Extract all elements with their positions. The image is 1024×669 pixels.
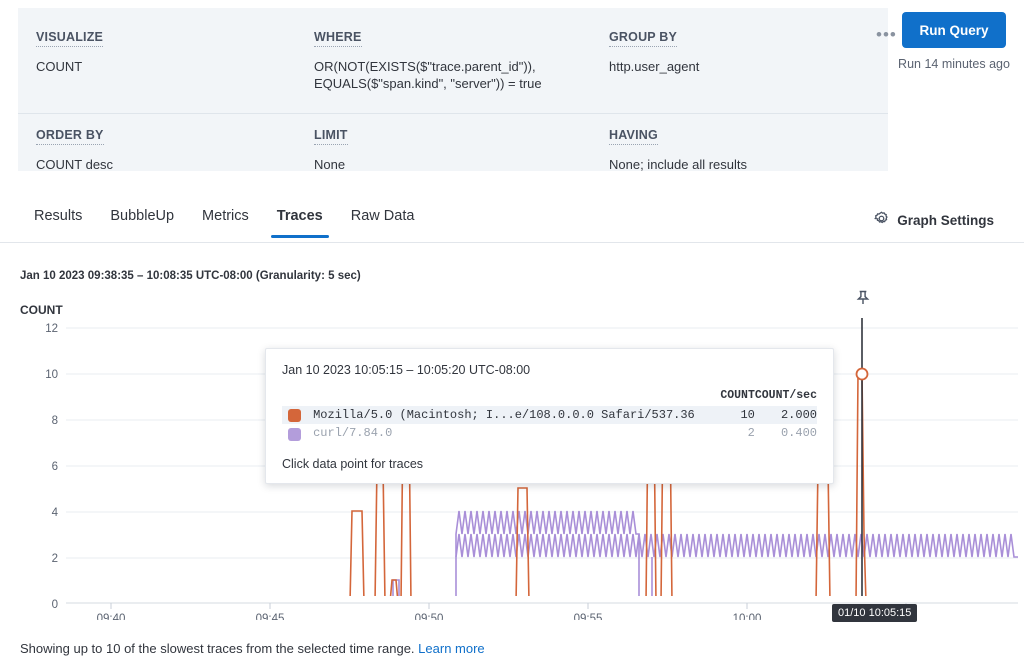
query-value-limit: None xyxy=(314,156,589,173)
svg-text:2: 2 xyxy=(52,553,58,565)
query-label-order-by: ORDER BY xyxy=(36,128,104,145)
tooltip-time-range: Jan 10 2023 10:05:15 – 10:05:20 UTC-08:0… xyxy=(282,363,817,377)
more-options-button[interactable]: ••• xyxy=(876,30,897,40)
chart-footer: Showing up to 10 of the slowest traces f… xyxy=(20,641,485,656)
query-value-order-by: COUNT desc xyxy=(36,156,306,173)
query-builder: VISUALIZE COUNT WHERE OR(NOT(EXISTS($"tr… xyxy=(0,0,1024,180)
tooltip-col-swatch xyxy=(282,389,313,406)
query-builder-row-2: ORDER BY COUNT desc LIMIT None HAVING No… xyxy=(18,113,888,171)
svg-text:6: 6 xyxy=(52,461,58,473)
svg-text:09:55: 09:55 xyxy=(574,613,603,620)
tab-metrics[interactable]: Metrics xyxy=(188,200,263,238)
graph-settings-button[interactable]: Graph Settings xyxy=(873,210,994,230)
gear-icon xyxy=(873,210,890,230)
series-color-swatch xyxy=(288,409,301,422)
query-cell-group-by[interactable]: GROUP BY http.user_agent xyxy=(609,28,859,75)
tab-list: Results BubbleUp Metrics Traces Raw Data xyxy=(20,200,428,238)
query-cell-visualize[interactable]: VISUALIZE COUNT xyxy=(36,28,306,75)
query-value-having: None; include all results xyxy=(609,156,859,173)
chart-x-ticks xyxy=(111,603,906,609)
chart-y-tick-labels: 12 10 8 6 4 2 0 xyxy=(45,323,58,611)
tooltip-series-name-0: Mozilla/5.0 (Macintosh; I...e/108.0.0.0 … xyxy=(313,406,695,424)
tooltip-col-count: COUNT xyxy=(695,389,755,406)
query-label-where: WHERE xyxy=(314,30,362,47)
svg-text:09:40: 09:40 xyxy=(97,613,126,620)
query-value-where: OR(NOT(EXISTS($"trace.parent_id")), EQUA… xyxy=(314,58,589,92)
series-color-swatch xyxy=(288,428,301,441)
tooltip-swatch-0 xyxy=(282,406,313,424)
query-cell-where[interactable]: WHERE OR(NOT(EXISTS($"trace.parent_id"))… xyxy=(314,28,589,92)
tooltip-series-name-1: curl/7.84.0 xyxy=(313,424,695,442)
svg-text:8: 8 xyxy=(52,415,58,427)
query-label-group-by: GROUP BY xyxy=(609,30,677,47)
tab-results[interactable]: Results xyxy=(20,200,96,238)
tooltip-count-per-sec-1: 0.400 xyxy=(755,424,817,442)
tooltip-count-0: 10 xyxy=(695,406,755,424)
run-timestamp-label: Run 14 minutes ago xyxy=(896,56,1012,72)
query-builder-row-1: VISUALIZE COUNT WHERE OR(NOT(EXISTS($"tr… xyxy=(18,8,888,113)
tab-divider xyxy=(0,242,1024,243)
query-label-visualize: VISUALIZE xyxy=(36,30,103,47)
svg-text:09:45: 09:45 xyxy=(256,613,285,620)
tooltip-table: COUNT COUNT/sec Mozilla/5.0 (Macintosh; … xyxy=(282,389,817,443)
tooltip-row-0[interactable]: Mozilla/5.0 (Macintosh; I...e/108.0.0.0 … xyxy=(282,406,817,424)
tooltip-col-count-per-sec: COUNT/sec xyxy=(755,389,817,406)
tooltip-row-1[interactable]: curl/7.84.0 2 0.400 xyxy=(282,424,817,442)
tooltip-footer-hint: Click data point for traces xyxy=(282,457,817,471)
tab-raw-data[interactable]: Raw Data xyxy=(337,200,429,238)
chart-tooltip: Jan 10 2023 10:05:15 – 10:05:20 UTC-08:0… xyxy=(265,348,834,484)
learn-more-link[interactable]: Learn more xyxy=(418,641,484,656)
svg-text:10: 10 xyxy=(45,369,58,381)
svg-text:12: 12 xyxy=(45,323,58,335)
pushpin-icon[interactable] xyxy=(853,289,873,314)
svg-text:09:50: 09:50 xyxy=(415,613,444,620)
tooltip-count-1: 2 xyxy=(695,424,755,442)
chart-time-range-label: Jan 10 2023 09:38:35 – 10:08:35 UTC-08:0… xyxy=(20,270,361,282)
query-builder-panel: VISUALIZE COUNT WHERE OR(NOT(EXISTS($"tr… xyxy=(18,8,888,171)
query-label-having: HAVING xyxy=(609,128,658,145)
tooltip-count-per-sec-0: 2.000 xyxy=(755,406,817,424)
tab-bubbleup[interactable]: BubbleUp xyxy=(96,200,188,238)
footer-text: Showing up to 10 of the slowest traces f… xyxy=(20,641,415,656)
query-cell-having[interactable]: HAVING None; include all results xyxy=(609,126,859,173)
series-line-curl xyxy=(66,534,1018,603)
svg-text:10:00: 10:00 xyxy=(733,613,762,620)
svg-text:4: 4 xyxy=(52,507,59,519)
tooltip-swatch-1 xyxy=(282,424,313,442)
graph-settings-label: Graph Settings xyxy=(897,213,994,228)
svg-text:0: 0 xyxy=(52,599,58,611)
query-value-group-by: http.user_agent xyxy=(609,58,859,75)
chart-data-point-marker[interactable] xyxy=(857,369,868,380)
run-query-button[interactable]: Run Query xyxy=(902,12,1006,48)
query-value-visualize: COUNT xyxy=(36,58,306,75)
query-cell-order-by[interactable]: ORDER BY COUNT desc xyxy=(36,126,306,173)
tooltip-table-header-row: COUNT COUNT/sec xyxy=(282,389,817,406)
query-label-limit: LIMIT xyxy=(314,128,348,145)
tooltip-col-name xyxy=(313,389,695,406)
tab-traces[interactable]: Traces xyxy=(263,200,337,238)
crosshair-x-label: 01/10 10:05:15 xyxy=(832,604,917,622)
tab-bar: Results BubbleUp Metrics Traces Raw Data… xyxy=(0,200,1024,245)
chart-x-tick-labels: 09:40 09:45 09:50 09:55 10:00 xyxy=(97,613,762,620)
query-cell-limit[interactable]: LIMIT None xyxy=(314,126,589,173)
